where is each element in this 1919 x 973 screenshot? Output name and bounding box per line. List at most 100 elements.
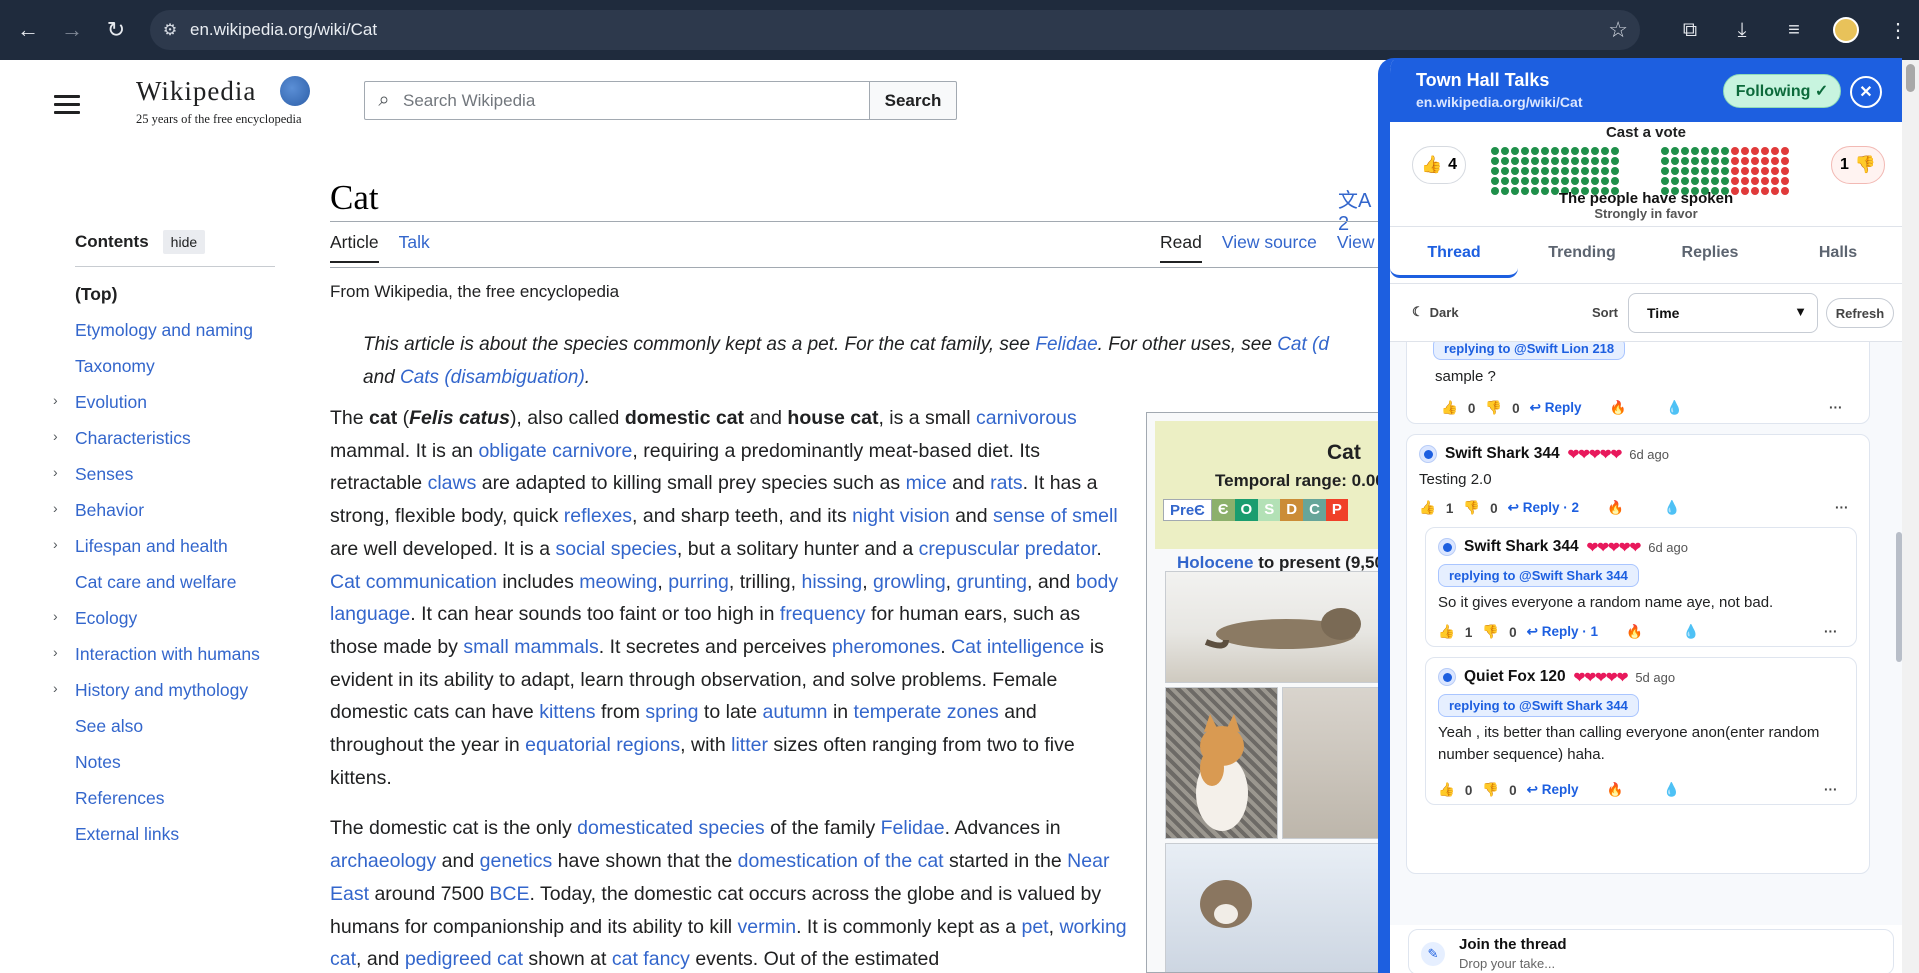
link[interactable]: vermin: [738, 916, 797, 938]
link[interactable]: litter: [731, 734, 768, 756]
droplet-icon[interactable]: 💧: [1666, 400, 1683, 416]
thumbs-down-icon[interactable]: 👎: [1485, 400, 1502, 416]
thumbs-down-icon[interactable]: 👎: [1482, 782, 1499, 798]
back-icon[interactable]: ←: [8, 10, 48, 50]
more-icon[interactable]: ···: [1835, 500, 1849, 515]
geologic-period[interactable]: C: [1303, 499, 1326, 521]
reload-icon[interactable]: ↻: [96, 10, 136, 50]
chevron-right-icon[interactable]: ›: [53, 500, 58, 516]
close-icon[interactable]: ✕: [1850, 76, 1882, 108]
thumbs-up-icon[interactable]: 👍: [1441, 400, 1458, 416]
tab-talk[interactable]: Talk: [399, 232, 430, 263]
link[interactable]: Near East: [330, 850, 1109, 905]
link[interactable]: obligate carnivore: [478, 440, 632, 462]
toc-item[interactable]: › Behavior: [53, 492, 275, 528]
sort-select[interactable]: Time ▼: [1628, 293, 1818, 333]
link[interactable]: small mammals: [463, 636, 598, 658]
author-name[interactable]: Quiet Fox 120: [1464, 668, 1566, 686]
more-icon[interactable]: ···: [1824, 624, 1838, 639]
join-thread-input[interactable]: ✎ Join the thread Drop your take...: [1408, 929, 1894, 973]
geologic-period[interactable]: S: [1258, 499, 1281, 521]
menu-kebab-icon[interactable]: ⋮: [1878, 10, 1918, 50]
toc-item[interactable]: › Senses: [53, 456, 275, 492]
link[interactable]: pedigreed cat: [405, 948, 523, 970]
more-icon[interactable]: ···: [1824, 782, 1838, 797]
link[interactable]: kittens: [539, 701, 595, 723]
link[interactable]: sense of smell: [993, 505, 1118, 527]
cat-photo-lying[interactable]: [1165, 571, 1379, 683]
thumbs-down-icon[interactable]: 👎: [1463, 500, 1480, 516]
toc-item[interactable]: Cat care and welfare: [75, 564, 275, 600]
link[interactable]: grunting: [957, 571, 1027, 593]
search-field[interactable]: ⌕: [364, 81, 870, 120]
geologic-period[interactable]: Є: [1211, 499, 1235, 521]
link[interactable]: Cat intelligence: [951, 636, 1084, 658]
chevron-right-icon[interactable]: ›: [53, 644, 58, 660]
link[interactable]: BCE: [489, 883, 529, 905]
thumbs-down-icon[interactable]: 👎: [1482, 624, 1499, 640]
link-holocene[interactable]: Holocene: [1177, 553, 1254, 572]
toc-item[interactable]: › Lifespan and health: [53, 528, 275, 564]
site-info-icon[interactable]: ⚙: [150, 20, 190, 40]
thumbs-up-icon[interactable]: 👍: [1438, 624, 1455, 640]
upvote-button[interactable]: 👍 4: [1412, 146, 1466, 184]
chevron-right-icon[interactable]: ›: [53, 464, 58, 480]
chevron-right-icon[interactable]: ›: [53, 608, 58, 624]
link[interactable]: autumn: [762, 701, 827, 723]
toc-item[interactable]: External links: [75, 816, 275, 852]
toc-item[interactable]: Notes: [75, 744, 275, 780]
toc-item[interactable]: › Characteristics: [53, 420, 275, 456]
replying-to-tag[interactable]: replying to @Swift Lion 218: [1433, 342, 1626, 360]
toc-item[interactable]: Taxonomy: [75, 348, 275, 384]
link[interactable]: reflexes: [564, 505, 632, 527]
toc-hide-button[interactable]: hide: [162, 230, 206, 254]
link[interactable]: archaeology: [330, 850, 436, 872]
tab-view-source[interactable]: View source: [1222, 232, 1317, 263]
bookmark-star-icon[interactable]: ☆: [1608, 17, 1628, 43]
address-bar[interactable]: ⚙ en.wikipedia.org/wiki/Cat ☆: [150, 10, 1640, 50]
reply-button[interactable]: ↩ Reply: [1527, 782, 1579, 798]
droplet-icon[interactable]: 💧: [1683, 624, 1700, 640]
link-cat-disambiguation[interactable]: Cat (d: [1277, 334, 1329, 355]
droplet-icon[interactable]: 💧: [1664, 500, 1681, 516]
reply-button[interactable]: ↩ Reply: [1530, 400, 1582, 416]
following-button[interactable]: Following ✓: [1723, 74, 1841, 108]
geologic-period[interactable]: PreЄ: [1163, 499, 1212, 521]
toc-item[interactable]: › Evolution: [53, 384, 275, 420]
link[interactable]: rats: [990, 472, 1023, 494]
more-icon[interactable]: ···: [1829, 400, 1843, 415]
media-icon[interactable]: ≡: [1774, 10, 1814, 50]
link[interactable]: equatorial regions: [525, 734, 680, 756]
chevron-right-icon[interactable]: ›: [53, 428, 58, 444]
link[interactable]: social species: [555, 538, 676, 560]
link[interactable]: frequency: [780, 603, 866, 625]
wikipedia-wordmark[interactable]: Wikipedia: [136, 76, 256, 107]
link[interactable]: Cat communication: [330, 571, 497, 593]
profile-button[interactable]: [1826, 10, 1866, 50]
link[interactable]: meowing: [579, 571, 657, 593]
toc-item[interactable]: › Ecology: [53, 600, 275, 636]
reply-button[interactable]: ↩ Reply · 2: [1508, 500, 1579, 516]
geologic-period[interactable]: O: [1234, 499, 1259, 521]
cat-photo-gray[interactable]: [1282, 687, 1379, 839]
link[interactable]: temperate zones: [854, 701, 999, 723]
tab-trending[interactable]: Trending: [1518, 230, 1646, 278]
geologic-period[interactable]: P: [1325, 499, 1348, 521]
tab-view-history[interactable]: View: [1337, 232, 1375, 263]
geologic-period[interactable]: D: [1280, 499, 1304, 521]
fire-icon[interactable]: 🔥: [1609, 400, 1626, 416]
toc-item[interactable]: Etymology and naming: [75, 312, 275, 348]
toc-item[interactable]: See also: [75, 708, 275, 744]
main-menu-icon[interactable]: [54, 90, 80, 119]
link-cats-disambiguation[interactable]: Cats (disambiguation): [400, 367, 585, 388]
link[interactable]: domesticated species: [577, 817, 765, 839]
fire-icon[interactable]: 🔥: [1606, 782, 1623, 798]
link[interactable]: Felidae: [881, 817, 945, 839]
download-icon[interactable]: ⤓: [1722, 10, 1762, 50]
tab-article[interactable]: Article: [330, 232, 379, 263]
language-button[interactable]: 文A 2: [1338, 184, 1380, 236]
link[interactable]: crepuscular predator: [919, 538, 1097, 560]
chevron-right-icon[interactable]: ›: [53, 680, 58, 696]
link[interactable]: cat fancy: [612, 948, 690, 970]
toc-item[interactable]: (Top): [75, 276, 275, 312]
